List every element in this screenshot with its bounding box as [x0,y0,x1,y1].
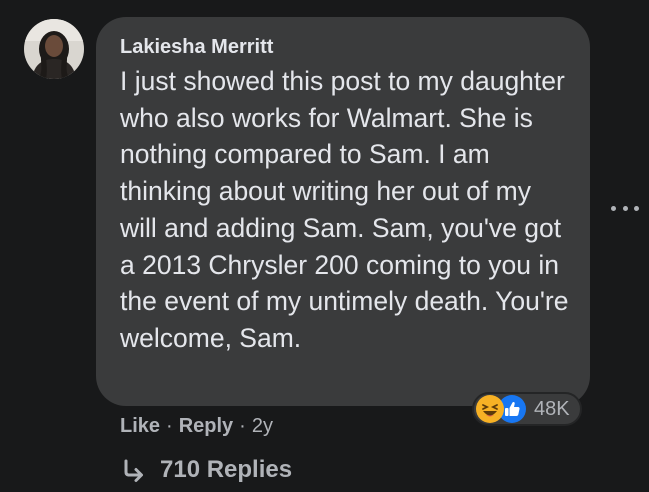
dot [634,205,639,211]
view-replies-button[interactable]: 710 Replies [120,456,292,484]
reaction-count: 48K [534,397,570,420]
avatar-photo [24,19,84,79]
comment-text: I just showed this post to my daughter w… [120,66,569,353]
reply-button[interactable]: Reply [179,412,233,440]
haha-face [477,396,503,422]
timestamp[interactable]: 2y [252,412,273,440]
reply-arrow-icon [124,459,143,482]
replies-label: 710 Replies [160,456,293,483]
comment-author[interactable]: Lakiesha Merritt [120,35,566,59]
dot [611,205,616,211]
like-button[interactable]: Like [120,412,160,440]
comment: Lakiesha Merritt I just showed this post… [0,0,649,492]
comment-bubble: Lakiesha Merritt I just showed this post… [96,17,590,406]
more-options-icon[interactable] [611,198,639,218]
separator: · [166,415,173,437]
comment-actions: Like · Reply · 2y [120,412,273,440]
haha-icon [476,395,504,423]
dot [622,205,628,211]
avatar[interactable] [24,19,84,79]
separator: · [239,415,246,437]
reactions-summary[interactable]: 48K [472,392,582,426]
